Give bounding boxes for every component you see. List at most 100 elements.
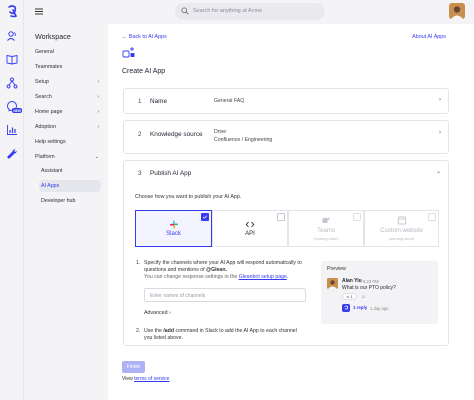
option-custom-website: Custom website (coming soon) [364,210,439,247]
sidebar-item-setup[interactable]: Setup › [35,76,99,88]
channel-names-input[interactable]: Enter names of channels [144,288,306,302]
option-slack[interactable]: Slack [135,210,212,247]
channel-input-placeholder: Enter names of channels [150,293,206,299]
advanced-label: Advanced [144,310,168,316]
sidebar-item-label: Help settings [35,139,66,145]
sidebar-item-label: Developer hub [41,198,76,204]
book-icon[interactable] [6,53,18,65]
sidebar-item-platform[interactable]: Platform ⌄ [35,151,99,163]
sidebar-item-home-page[interactable]: Home page › [35,106,99,118]
sidebar-item-help-settings[interactable]: Help settings [35,136,99,148]
sidebar-item-label: Assistant [41,168,63,174]
sidebar-item-teammates[interactable]: Teammates [35,61,99,73]
page-title: Create AI App [122,68,166,75]
ai-app-icon [122,46,136,59]
chevron-right-icon: › [97,94,99,100]
sidebar-item-label: Teammates [35,64,63,70]
sidebar-item-label: Home page [35,109,63,115]
instruction-text: Use the /add command in Slack to add the… [144,328,304,342]
option-checkbox[interactable] [201,213,209,221]
chevron-right-icon: › [97,79,99,85]
instruction-number: 2. [136,328,141,334]
option-sublabel: (coming soon) [313,236,339,241]
reaction-count: 1 [350,294,353,299]
option-api[interactable]: API [212,210,288,247]
sidebar-item-label: Platform [35,154,55,160]
instruction-text: Specify the channels where your AI App w… [144,260,304,280]
option-label: Custom website [380,228,423,234]
slack-preview: Preview Alan Yiu 5:23 PM What is our PTO… [321,261,438,324]
teams-icon [322,216,331,225]
option-sublabel: (coming soon) [388,236,415,241]
main-content: ← Back to AI Apps About AI Apps Create A… [108,24,474,400]
option-checkbox[interactable] [277,213,285,221]
chevron-down-icon: ⌄ [94,154,99,160]
finish-button[interactable]: Finish [122,361,145,373]
gleanbot-setup-link[interactable]: Gleanbot setup page [239,274,287,280]
step-number: 3 [138,170,142,177]
terms-prefix: View [122,376,135,382]
slack-icon [169,220,178,229]
search-bar[interactable]: Search for anything at Acme [175,3,325,20]
glean-logo-icon[interactable] [5,4,19,18]
sidebar-item-developer-hub[interactable]: Developer hub [41,195,101,207]
preview-title: Preview [327,266,346,272]
instruction-text-part: Use the [144,328,164,334]
option-label: Slack [166,231,181,237]
back-to-ai-apps-link[interactable]: ← Back to AI Apps [122,34,167,40]
chevron-down-icon[interactable]: ⌄ [436,168,441,175]
reply-count: 1 reply [353,305,368,310]
preview-message: What is our PTO policy? [342,285,396,291]
sidebar-item-adoption[interactable]: Adoption › [35,121,99,133]
step-value: General FAQ [214,98,245,104]
step-number: 1 [138,98,142,105]
step-title: Knowledge source [150,131,203,138]
preview-user-name: Alan Yiu [342,278,362,284]
org-chart-icon[interactable] [6,77,18,89]
menu-icon[interactable] [35,8,43,15]
sidebar-item-label: Setup [35,79,49,85]
sidebar-item-ai-apps[interactable]: AI Apps [39,180,101,192]
chevron-right-icon: › [169,310,171,316]
search-icon [181,7,189,15]
people-icon[interactable] [6,30,18,42]
step-publish-card: 3 Publish AI App ⌄ Choose how you want t… [123,160,449,346]
website-icon [397,216,406,225]
arrow-left-icon: ← [122,34,129,40]
add-reaction-icon: ☺ [361,294,367,300]
instruction-1: 1. Specify the channels where your AI Ap… [136,260,316,286]
sidebar-item-label: AI Apps [41,183,60,189]
option-checkbox [353,213,361,221]
option-teams: Teams (coming soon) [288,210,364,247]
user-avatar[interactable] [449,3,465,19]
glean-mention: @Glean. [206,266,227,273]
reply-time: 1 day ago [370,305,389,311]
step-name-card[interactable]: 1 Name General FAQ › [123,88,449,114]
option-label: Teams [317,228,335,234]
wrench-icon[interactable] [6,148,18,160]
sidebar-item-search[interactable]: Search › [35,91,99,103]
add-command: /add [163,328,174,334]
option-label: API [245,231,255,237]
publish-instructions: Choose how you want to publish your AI A… [135,194,242,200]
preview-avatar [327,278,338,289]
sidebar-item-general[interactable]: General [35,46,99,58]
glean-bot-icon [342,304,350,312]
top-bar: Search for anything at Acme [24,0,474,24]
analytics-icon[interactable] [6,124,18,136]
terms-of-service-link[interactable]: terms of service [134,376,169,382]
step-knowledge-card[interactable]: 2 Knowledge source Drive Confluence / En… [123,120,449,154]
sidebar-title: Workspace [35,32,71,41]
new-badge: NEW [12,108,23,113]
preview-time: 5:23 PM [363,278,379,284]
instruction-2: 2. Use the /add command in Slack to add … [136,328,316,344]
step-value: Confluence / Engineering [214,137,273,143]
step-value: Drive [214,129,227,135]
terms-text: View terms of service [122,376,169,382]
advanced-toggle[interactable]: Advanced › [144,310,171,316]
option-checkbox [428,213,436,221]
step-title: Name [150,98,168,105]
chevron-right-icon: › [439,130,441,136]
sidebar-item-assistant[interactable]: Assistant [41,165,101,177]
about-ai-apps-link[interactable]: About AI Apps [412,34,446,40]
